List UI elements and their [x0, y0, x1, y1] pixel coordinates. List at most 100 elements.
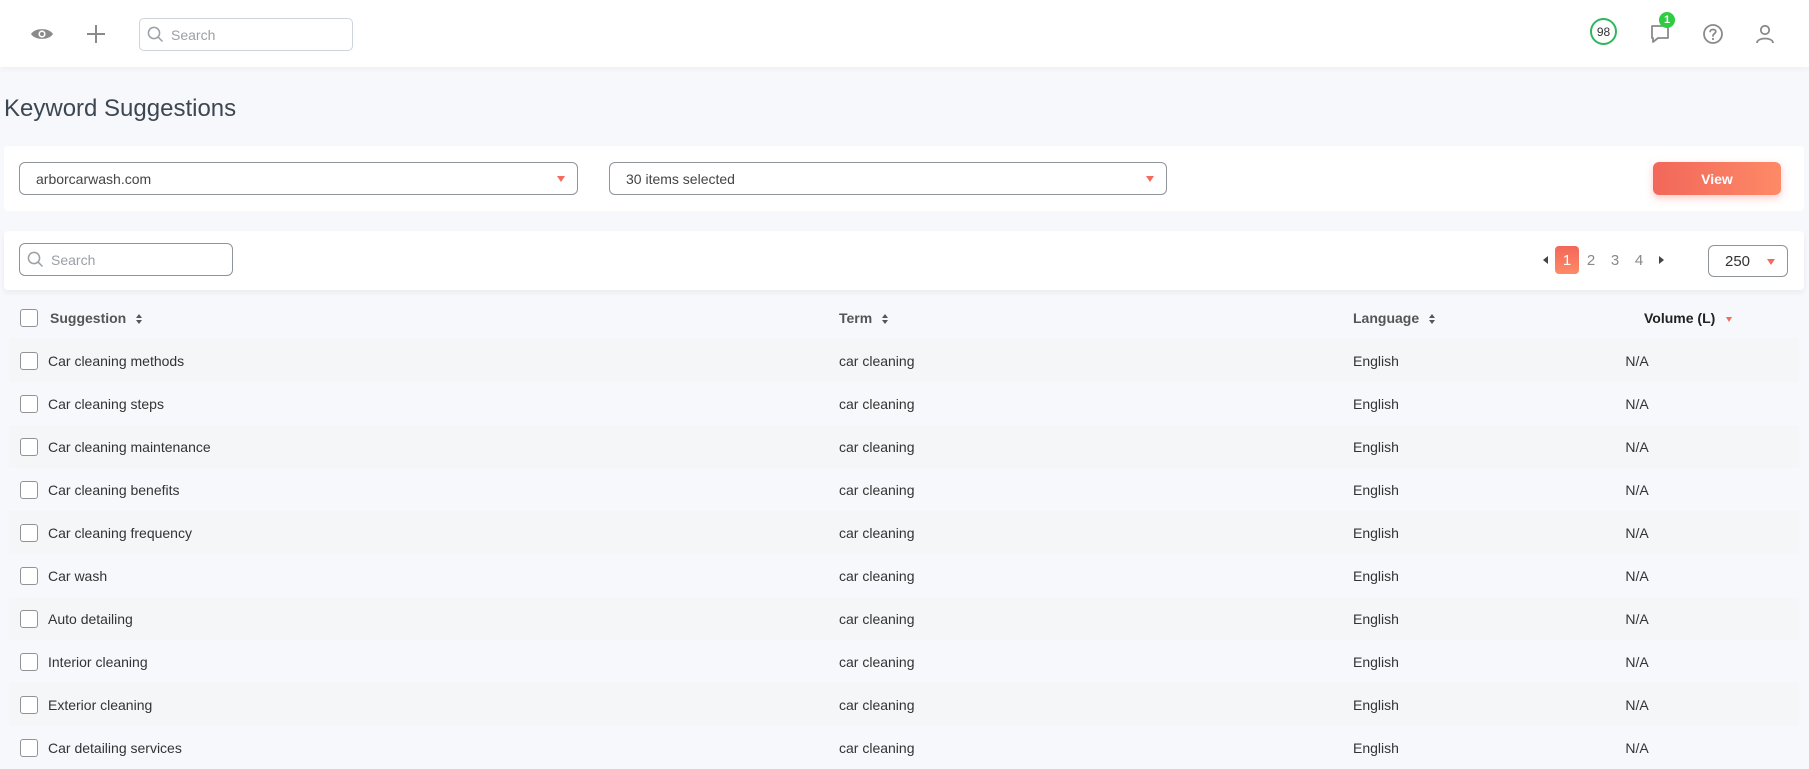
page-3-button[interactable]: 3: [1603, 246, 1627, 274]
items-select[interactable]: 30 items selected: [609, 162, 1167, 195]
cell-term: car cleaning: [839, 524, 915, 541]
cell-volume: N/A: [1625, 739, 1649, 756]
page-4-button[interactable]: 4: [1627, 246, 1651, 274]
pagination: 1 2 3 4: [1535, 245, 1671, 275]
table-search[interactable]: [19, 243, 233, 276]
sort-icon: [136, 314, 143, 325]
user-icon[interactable]: [1749, 18, 1781, 50]
table-row[interactable]: Car wash car cleaning English N/A: [9, 554, 1799, 597]
table-row[interactable]: Interior cleaning car cleaning English N…: [9, 640, 1799, 683]
page-size-value: 250: [1725, 252, 1751, 270]
cell-term: car cleaning: [839, 610, 915, 627]
row-checkbox[interactable]: [20, 394, 38, 413]
top-bar: 98 1: [0, 0, 1809, 67]
cell-term: car cleaning: [839, 352, 915, 369]
column-header-label: Language: [1353, 310, 1420, 326]
table-row[interactable]: Car cleaning benefits car cleaning Engli…: [9, 468, 1799, 511]
row-checkbox[interactable]: [20, 437, 38, 456]
view-button[interactable]: View: [1653, 162, 1781, 195]
prev-page-button[interactable]: [1535, 246, 1555, 274]
plus-icon[interactable]: [80, 18, 112, 50]
cell-language: English: [1353, 739, 1399, 756]
row-checkbox[interactable]: [20, 609, 38, 628]
domain-select[interactable]: arborcarwash.com: [19, 162, 578, 195]
table-row[interactable]: Car cleaning maintenance car cleaning En…: [9, 425, 1799, 468]
cell-suggestion: Auto detailing: [48, 610, 133, 627]
cell-volume: N/A: [1625, 610, 1649, 627]
table-row[interactable]: Car cleaning methods car cleaning Englis…: [9, 339, 1799, 382]
cell-suggestion: Car detailing services: [48, 739, 182, 756]
column-header-suggestion[interactable]: Suggestion: [50, 310, 143, 326]
cell-term: car cleaning: [839, 696, 915, 713]
sort-desc-icon: [1726, 316, 1733, 322]
cell-term: car cleaning: [839, 395, 915, 412]
cell-volume: N/A: [1625, 352, 1649, 369]
select-all-checkbox[interactable]: [20, 309, 38, 327]
cell-suggestion: Car cleaning methods: [48, 352, 185, 369]
global-search[interactable]: [139, 18, 353, 51]
chevron-down-icon: [1767, 259, 1775, 265]
score-badge[interactable]: 98: [1590, 18, 1617, 45]
caret-right-icon: [1658, 256, 1664, 264]
row-checkbox[interactable]: [20, 695, 38, 714]
items-select-value: 30 items selected: [626, 170, 735, 187]
column-header-label: Suggestion: [50, 310, 127, 326]
row-checkbox[interactable]: [20, 480, 38, 499]
cell-suggestion: Car cleaning steps: [48, 395, 164, 412]
row-checkbox[interactable]: [20, 523, 38, 542]
table-toolbar: 1 2 3 4 250: [4, 231, 1804, 290]
cell-language: English: [1353, 395, 1399, 412]
cell-language: English: [1353, 567, 1399, 584]
cell-volume: N/A: [1625, 481, 1649, 498]
cell-suggestion: Interior cleaning: [48, 653, 148, 670]
cell-suggestion: Car wash: [48, 567, 108, 584]
suggestions-table: Suggestion Term Language Volume (L) Car …: [9, 297, 1799, 769]
score-value: 98: [1596, 24, 1611, 39]
cell-language: English: [1353, 610, 1399, 627]
page-size-select[interactable]: 250: [1708, 245, 1788, 277]
sort-icon: [1429, 314, 1436, 325]
table-row[interactable]: Car cleaning frequency car cleaning Engl…: [9, 511, 1799, 554]
domain-select-value: arborcarwash.com: [36, 170, 152, 187]
search-icon: [20, 244, 51, 275]
row-checkbox[interactable]: [20, 566, 38, 585]
global-search-input[interactable]: [171, 19, 352, 50]
chevron-down-icon: [1146, 176, 1154, 182]
cell-term: car cleaning: [839, 567, 915, 584]
notification-count: 1: [1663, 14, 1671, 26]
help-icon[interactable]: [1697, 18, 1729, 50]
next-page-button[interactable]: [1651, 246, 1671, 274]
cell-suggestion: Car cleaning maintenance: [48, 438, 211, 455]
table-row[interactable]: Car detailing services car cleaning Engl…: [9, 726, 1799, 769]
cell-volume: N/A: [1625, 395, 1649, 412]
cell-volume: N/A: [1625, 567, 1649, 584]
cell-language: English: [1353, 352, 1399, 369]
cell-term: car cleaning: [839, 739, 915, 756]
table-row[interactable]: Car cleaning steps car cleaning English …: [9, 382, 1799, 425]
table-row[interactable]: Auto detailing car cleaning English N/A: [9, 597, 1799, 640]
row-checkbox[interactable]: [20, 738, 38, 757]
chevron-down-icon: [557, 176, 565, 182]
column-header-term[interactable]: Term: [839, 310, 889, 326]
row-checkbox[interactable]: [20, 652, 38, 671]
cell-suggestion: Car cleaning benefits: [48, 481, 180, 498]
cell-language: English: [1353, 653, 1399, 670]
cell-suggestion: Car cleaning frequency: [48, 524, 192, 541]
column-header-volume[interactable]: Volume (L): [1644, 310, 1733, 326]
cell-language: English: [1353, 481, 1399, 498]
search-icon: [140, 19, 171, 50]
column-header-label: Term: [839, 310, 873, 326]
cell-volume: N/A: [1625, 438, 1649, 455]
table-row[interactable]: Exterior cleaning car cleaning English N…: [9, 683, 1799, 726]
column-header-language[interactable]: Language: [1353, 310, 1436, 326]
cell-suggestion: Exterior cleaning: [48, 696, 153, 713]
table-header: Suggestion Term Language Volume (L): [9, 297, 1799, 339]
row-checkbox[interactable]: [20, 351, 38, 370]
table-search-input[interactable]: [51, 244, 232, 275]
cell-language: English: [1353, 696, 1399, 713]
column-header-label: Volume (L): [1644, 310, 1716, 326]
page-2-button[interactable]: 2: [1579, 246, 1603, 274]
page-1-button[interactable]: 1: [1555, 246, 1579, 274]
notification-count-badge: 1: [1659, 12, 1675, 28]
eye-icon[interactable]: [26, 18, 58, 50]
